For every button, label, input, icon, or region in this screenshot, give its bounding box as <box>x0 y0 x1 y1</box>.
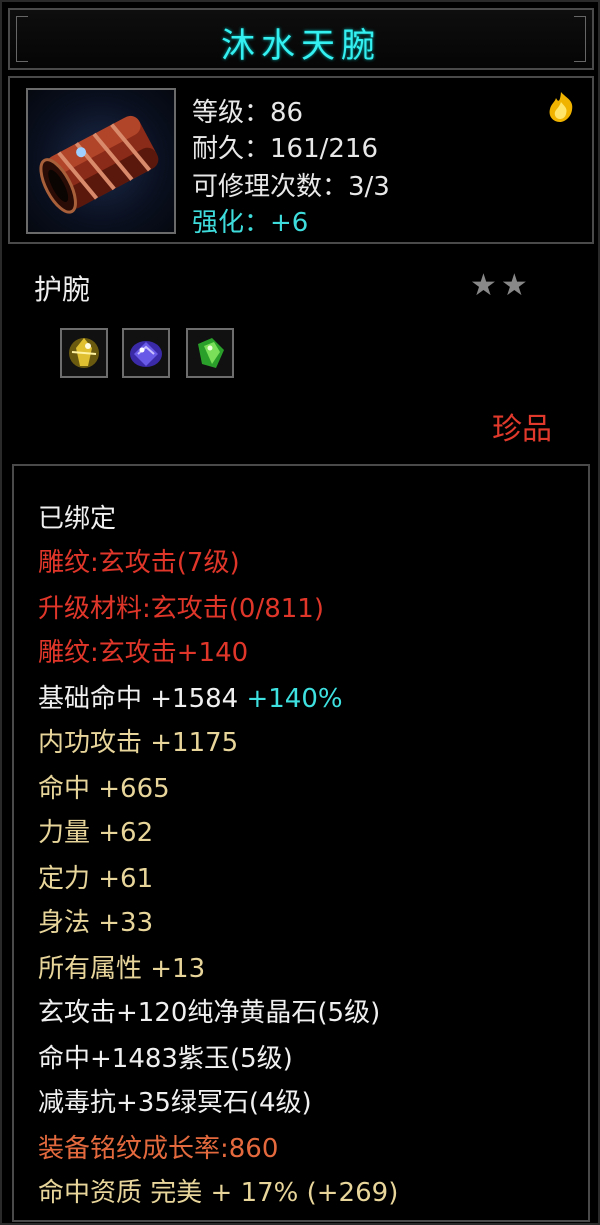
bound-status: 已绑定 <box>38 504 117 534</box>
green-gem-icon[interactable] <box>186 328 234 378</box>
item-type-label: 护腕 <box>34 273 91 306</box>
item-tooltip: 沐水天腕 等级：86 耐久：161/216 可修理次数：3/3 强化：+6 护腕… <box>0 0 600 1225</box>
attributes-panel: 已绑定 雕纹:玄攻击(7级) 升级材料:玄攻击(0/811) 雕纹:玄攻击+14… <box>12 464 590 1222</box>
star-rating: ★★ <box>470 268 532 303</box>
gold-flame-icon <box>544 90 578 124</box>
agility-line: 身法 +33 <box>38 908 154 938</box>
bracer-icon[interactable] <box>26 88 176 234</box>
enhance-stat: 强化：+6 <box>192 208 309 238</box>
purple-gem-icon[interactable] <box>122 328 170 378</box>
base-hit-line: 基础命中 +1584 +140% <box>38 678 343 715</box>
gem-line-2: 命中+1483紫玉(5级) <box>38 1044 293 1074</box>
gem-line-1: 玄攻击+120纯净黄晶石(5级) <box>38 998 381 1028</box>
quality-label: 珍品 <box>492 412 552 447</box>
aptitude-line: 命中资质 完美 + 17% (+269) <box>38 1178 399 1208</box>
engrave-bonus-line: 雕纹:玄攻击+140 <box>38 638 249 668</box>
durability-stat: 耐久：161/216 <box>192 134 379 164</box>
level-stat: 等级：86 <box>192 98 304 128</box>
focus-line: 定力 +61 <box>38 864 154 894</box>
repair-count-stat: 可修理次数：3/3 <box>192 172 390 202</box>
base-hit-value: 基础命中 +1584 <box>38 684 239 714</box>
base-hit-bonus: +140% <box>246 684 343 714</box>
item-name: 沐水天腕 <box>221 26 381 66</box>
all-attributes-line: 所有属性 +13 <box>38 954 206 984</box>
strength-line: 力量 +62 <box>38 818 154 848</box>
upgrade-material-line: 升级材料:玄攻击(0/811) <box>38 594 324 624</box>
engrave-line: 雕纹:玄攻击(7级) <box>38 548 240 578</box>
item-info-box: 等级：86 耐久：161/216 可修理次数：3/3 强化：+6 <box>8 76 594 244</box>
title-bar: 沐水天腕 <box>8 8 594 70</box>
growth-rate-line: 装备铭纹成长率:860 <box>38 1134 279 1164</box>
yellow-gem-icon[interactable] <box>60 328 108 378</box>
internal-attack-line: 内功攻击 +1175 <box>38 728 239 758</box>
gem-line-3: 减毒抗+35绿冥石(4级) <box>38 1088 312 1118</box>
hit-line: 命中 +665 <box>38 774 170 804</box>
